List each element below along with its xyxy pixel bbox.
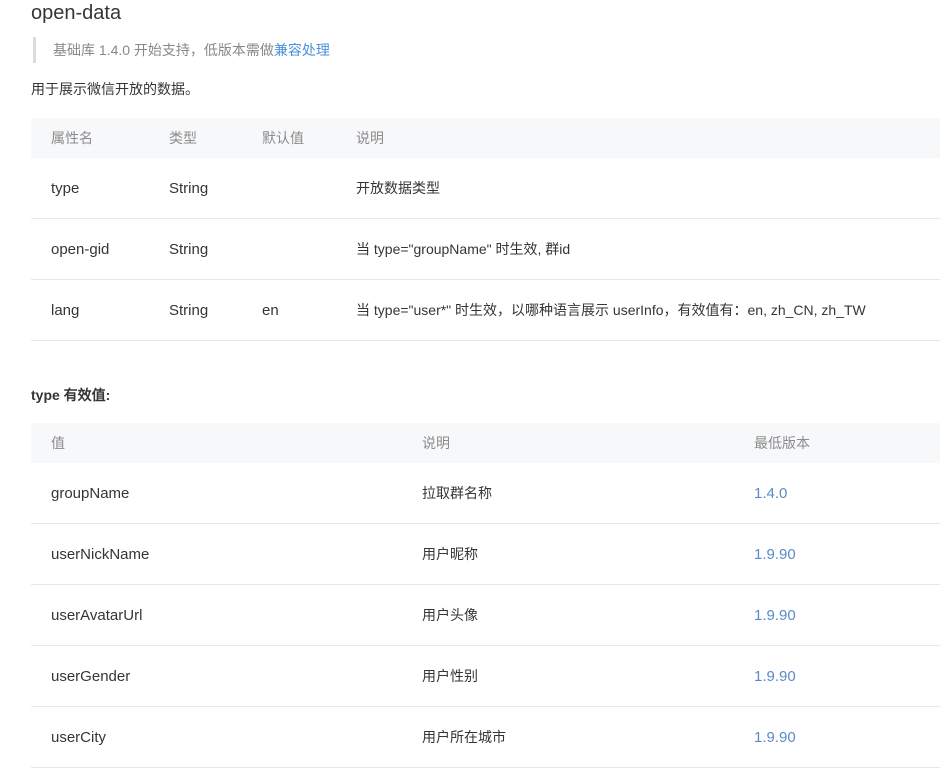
- type-values-table: 值 说明 最低版本 groupName 拉取群名称 1.4.0 userNick…: [31, 423, 940, 768]
- type-min-version: 1.4.0: [734, 463, 940, 524]
- type-value: groupName: [31, 463, 402, 524]
- compat-link[interactable]: 兼容处理: [274, 42, 330, 58]
- type-value: userCity: [31, 706, 402, 768]
- table-row: lang String en 当 type="user*" 时生效，以哪种语言展…: [31, 279, 940, 341]
- table-row: userAvatarUrl 用户头像 1.9.90: [31, 584, 940, 646]
- attr-default: [242, 158, 336, 219]
- header-attr-name: 属性名: [31, 118, 149, 158]
- attr-desc: 当 type="groupName" 时生效, 群id: [336, 218, 940, 280]
- type-value: userGender: [31, 645, 402, 707]
- table-row: type String 开放数据类型: [31, 158, 940, 219]
- type-desc: 拉取群名称: [402, 463, 734, 524]
- attr-default: [242, 218, 336, 280]
- type-value: userAvatarUrl: [31, 584, 402, 646]
- attr-desc: 开放数据类型: [336, 158, 940, 219]
- type-table-header: 值 说明 最低版本: [31, 423, 940, 463]
- table-row: userNickName 用户昵称 1.9.90: [31, 523, 940, 585]
- header-min-version: 最低版本: [734, 423, 940, 463]
- table-row: groupName 拉取群名称 1.4.0: [31, 463, 940, 524]
- type-min-version: 1.9.90: [734, 706, 940, 768]
- version-note: 基础库 1.4.0 开始支持，低版本需做兼容处理: [33, 37, 330, 63]
- type-values-heading: type 有效值:: [31, 387, 111, 403]
- attr-type: String: [149, 158, 242, 219]
- attr-desc: 当 type="user*" 时生效，以哪种语言展示 userInfo，有效值有…: [336, 279, 940, 341]
- type-desc: 用户性别: [402, 645, 734, 707]
- type-desc: 用户头像: [402, 584, 734, 646]
- header-value: 值: [31, 423, 402, 463]
- type-min-version: 1.9.90: [734, 645, 940, 707]
- component-description: 用于展示微信开放的数据。: [31, 81, 199, 97]
- type-desc: 用户昵称: [402, 523, 734, 585]
- type-min-version: 1.9.90: [734, 523, 940, 585]
- table-row: open-gid String 当 type="groupName" 时生效, …: [31, 218, 940, 280]
- attr-name: lang: [31, 279, 149, 341]
- type-value: userNickName: [31, 523, 402, 585]
- page-title: open-data: [31, 2, 122, 24]
- header-default: 默认值: [242, 118, 336, 158]
- attr-name: open-gid: [31, 218, 149, 280]
- header-desc: 说明: [402, 423, 734, 463]
- type-min-version: 1.9.90: [734, 584, 940, 646]
- version-note-text: 基础库 1.4.0 开始支持，低版本需做: [53, 42, 274, 58]
- attr-default: en: [242, 279, 336, 341]
- table-row: userGender 用户性别 1.9.90: [31, 645, 940, 707]
- header-type: 类型: [149, 118, 242, 158]
- attribute-table: 属性名 类型 默认值 说明 type String 开放数据类型 open-gi…: [31, 118, 940, 341]
- type-desc: 用户所在城市: [402, 706, 734, 768]
- attribute-table-header: 属性名 类型 默认值 说明: [31, 118, 940, 158]
- header-desc: 说明: [336, 118, 940, 158]
- attr-name: type: [31, 158, 149, 219]
- attr-type: String: [149, 218, 242, 280]
- attr-type: String: [149, 279, 242, 341]
- table-row: userCity 用户所在城市 1.9.90: [31, 706, 940, 768]
